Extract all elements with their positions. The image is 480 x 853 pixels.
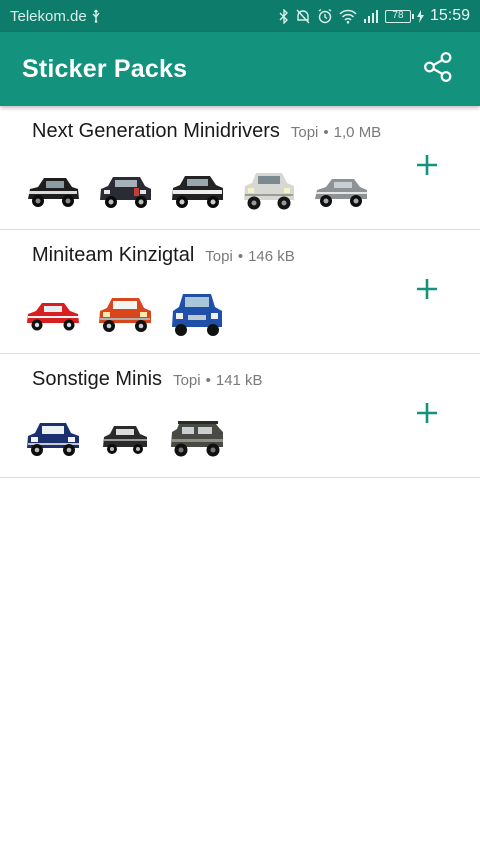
sticker-pack-list: Next Generation Minidrivers Topi • 1,0 MB: [0, 106, 480, 478]
pack-author: Topi: [290, 124, 319, 141]
pack-author: Topi: [205, 248, 233, 265]
app-bar: Sticker Packs: [0, 32, 480, 106]
pack-meta: Topi • 1,0 MB: [291, 124, 381, 141]
sticker-pack-item[interactable]: Miniteam Kinzigtal Topi • 146 kB: [0, 230, 480, 354]
sticker-car-checker: [96, 168, 154, 216]
add-pack-button[interactable]: [412, 276, 442, 306]
sticker-previews: [24, 410, 226, 470]
status-left: Telekom.de: [10, 8, 101, 25]
sticker-previews: [24, 162, 370, 222]
pack-meta: Topi • 146 kB: [205, 248, 295, 265]
plus-icon: [416, 278, 438, 305]
usb-icon: [91, 9, 101, 23]
sticker-previews: [24, 286, 226, 346]
sticker-pack-item[interactable]: Sonstige Minis Topi • 141 kB: [0, 354, 480, 478]
mute-icon: [295, 9, 311, 24]
signal-icon: [363, 9, 379, 23]
plus-icon: [416, 154, 438, 181]
pack-name: Miniteam Kinzigtal: [32, 244, 195, 266]
sticker-pack-item[interactable]: Next Generation Minidrivers Topi • 1,0 MB: [0, 106, 480, 230]
meta-separator: •: [237, 248, 244, 265]
pack-size: 1,0 MB: [333, 124, 382, 141]
status-right: 78 15:59: [279, 7, 470, 25]
pack-header: Sonstige Minis Topi • 141 kB: [32, 368, 263, 391]
carrier-name: Telekom.de: [10, 7, 87, 25]
sticker-car-silver: [312, 168, 370, 216]
status-time: 15:59: [429, 7, 470, 24]
sticker-car-red: [24, 292, 82, 340]
sticker-car-dark-small: [96, 416, 154, 464]
page-title: Sticker Packs: [22, 54, 188, 83]
battery-level: 78: [392, 10, 404, 21]
battery-icon: 78: [384, 9, 414, 23]
pack-header: Miniteam Kinzigtal Topi • 146 kB: [32, 244, 295, 267]
sticker-car-orange: [96, 292, 154, 340]
pack-name: Next Generation Minidrivers: [32, 120, 280, 142]
share-button[interactable]: [418, 49, 458, 89]
sticker-car-offroad: [168, 416, 226, 464]
plus-icon: [416, 402, 438, 429]
bluetooth-icon: [279, 8, 289, 24]
sticker-car-blue: [168, 292, 226, 340]
meta-separator: •: [205, 372, 211, 389]
charging-icon: [416, 9, 424, 23]
meta-separator: •: [323, 124, 329, 141]
pack-name: Sonstige Minis: [32, 368, 163, 390]
pack-meta: Topi • 141 kB: [173, 372, 263, 389]
pack-header: Next Generation Minidrivers Topi • 1,0 MB: [32, 120, 381, 143]
share-icon: [421, 50, 455, 89]
add-pack-button[interactable]: [412, 400, 442, 430]
pack-author: Topi: [173, 372, 201, 389]
pack-size: 146 kB: [248, 248, 295, 265]
alarm-icon: [317, 8, 333, 24]
sticker-car-white: [240, 168, 298, 216]
add-pack-button[interactable]: [412, 152, 442, 182]
sticker-car-black-white: [168, 168, 226, 216]
status-bar: Telekom.de 78 15:59: [0, 0, 480, 32]
pack-size: 141 kB: [215, 372, 263, 389]
wifi-icon: [339, 9, 357, 24]
sticker-car-navy: [24, 416, 82, 464]
sticker-car-black: [24, 168, 82, 216]
